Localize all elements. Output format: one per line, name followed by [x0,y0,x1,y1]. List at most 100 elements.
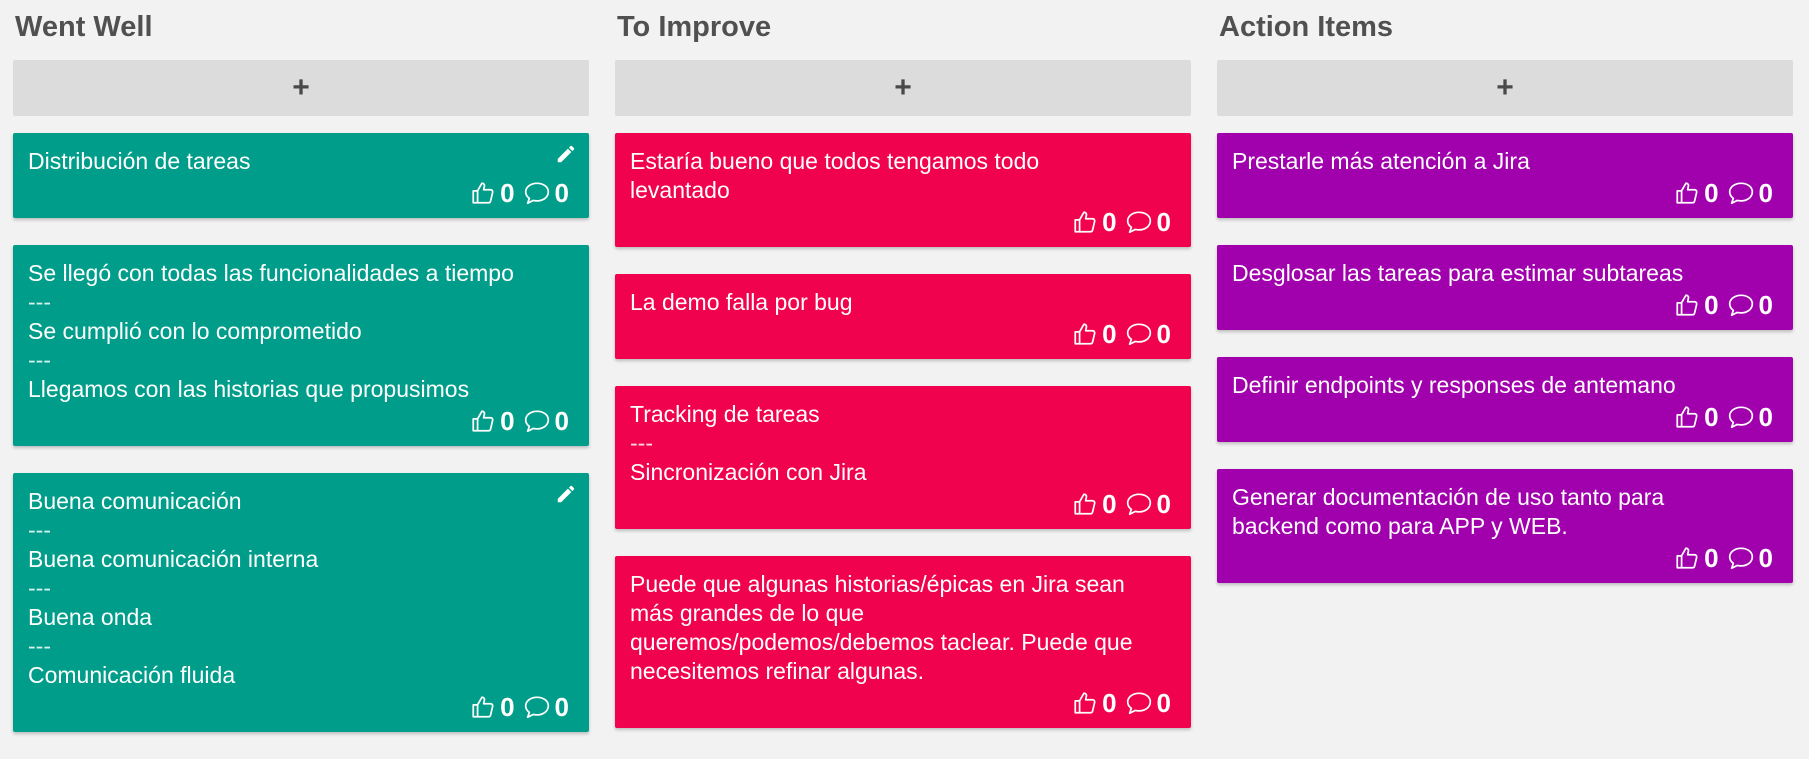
card-text: Generar documentación de uso tanto para … [1232,483,1779,541]
plus-icon: + [1496,71,1514,104]
like-count: 0 [500,177,515,208]
card-text-line: Tracking de tareas [630,401,820,427]
card-text-line: --- [28,347,51,373]
card-text-line: --- [630,430,653,456]
card-text-line: Desglosar las tareas para estimar subtar… [1232,260,1684,286]
card-footer: 00 [630,207,1177,237]
thumbs-up-icon [470,694,496,720]
card-text-line: Definir endpoints y responses de anteman… [1232,372,1676,398]
plus-icon: + [894,71,912,104]
pencil-icon[interactable] [555,143,577,165]
thumbs-up-icon [1072,209,1098,235]
card-text: La demo falla por bug [630,288,1177,317]
card-text: Estaría bueno que todos tengamos todo le… [630,147,1177,205]
comment-button[interactable]: 0 [523,692,575,723]
card-list: Prestarle más atención a Jira 0 0 Desglosar… [1217,133,1793,583]
like-count: 0 [1704,542,1719,573]
card-text: Definir endpoints y responses de anteman… [1232,371,1779,400]
card-text-line: Llegamos con las historias que propusimo… [28,376,470,402]
card-text-line: Prestarle más atención a Jira [1232,148,1530,174]
comment-button[interactable]: 0 [1727,178,1779,209]
comment-count: 0 [1758,401,1773,432]
comment-icon [1727,292,1755,318]
like-button[interactable]: 0 [1674,543,1724,574]
card-text-line: Generar documentación de uso tanto para … [1232,484,1671,539]
column-title: Action Items [1219,11,1394,43]
comment-button[interactable]: 0 [523,406,575,437]
retro-card[interactable]: La demo falla por bug 0 0 [615,274,1191,359]
comment-button[interactable]: 0 [1125,489,1177,520]
card-text-line: La demo falla por bug [630,289,853,315]
like-count: 0 [1704,401,1719,432]
card-footer: 00 [630,319,1177,349]
comment-count: 0 [1156,318,1171,349]
card-list: Estaría bueno que todos tengamos todo le… [615,133,1191,728]
thumbs-up-icon [1072,690,1098,716]
retro-card[interactable]: Tracking de tareas --- Sincronización con … [615,386,1191,529]
plus-icon: + [292,71,310,104]
retro-card[interactable]: Distribución de tareas 0 0 [13,133,589,218]
retro-card[interactable]: Desglosar las tareas para estimar subtar… [1217,245,1793,330]
card-text-line: Sincronización con Jira [630,459,867,485]
card-footer: 00 [28,406,575,436]
like-button[interactable]: 0 [1072,688,1122,719]
comment-count: 0 [1156,488,1171,519]
retro-board: Went Well + Distribución de tareas 0 0 Se l… [0,0,1809,748]
like-button[interactable]: 0 [1674,290,1724,321]
card-text-line: --- [28,517,51,543]
thumbs-up-icon [1674,292,1700,318]
card-text-line: Buena comunicación interna [28,546,319,572]
comment-button[interactable]: 0 [1727,290,1779,321]
card-text: Se llegó con todas las funcionalidades a… [28,259,575,404]
like-button[interactable]: 0 [1072,207,1122,238]
comment-icon [1125,209,1153,235]
column-action-items: Action Items + Prestarle más atención a … [1217,0,1793,610]
retro-card[interactable]: Generar documentación de uso tanto para … [1217,469,1793,583]
comment-button[interactable]: 0 [523,178,575,209]
comment-count: 0 [1156,687,1171,718]
retro-card[interactable]: Prestarle más atención a Jira 0 0 [1217,133,1793,218]
thumbs-up-icon [1072,491,1098,517]
pencil-icon[interactable] [555,483,577,505]
like-button[interactable]: 0 [1072,489,1122,520]
card-text-line: Puede que algunas historias/épicas en Ji… [630,571,1139,684]
add-card-button[interactable]: + [1217,60,1793,116]
thumbs-up-icon [1674,404,1700,430]
add-card-button[interactable]: + [615,60,1191,116]
column-went-well: Went Well + Distribución de tareas 0 0 Se l… [13,0,589,759]
comment-icon [1727,180,1755,206]
comment-count: 0 [1156,206,1171,237]
card-footer: 00 [1232,290,1779,320]
retro-card[interactable]: Definir endpoints y responses de anteman… [1217,357,1793,442]
like-button[interactable]: 0 [470,178,520,209]
retro-card[interactable]: Puede que algunas historias/épicas en Ji… [615,556,1191,728]
comment-button[interactable]: 0 [1125,207,1177,238]
like-count: 0 [1704,289,1719,320]
like-button[interactable]: 0 [1072,319,1122,350]
like-button[interactable]: 0 [470,406,520,437]
thumbs-up-icon [1674,180,1700,206]
retro-card[interactable]: Estaría bueno que todos tengamos todo le… [615,133,1191,247]
retro-card[interactable]: Se llegó con todas las funcionalidades a… [13,245,589,446]
like-button[interactable]: 0 [1674,402,1724,433]
comment-button[interactable]: 0 [1727,543,1779,574]
comment-icon [523,694,551,720]
comment-button[interactable]: 0 [1125,319,1177,350]
column-title: To Improve [617,11,772,43]
comment-icon [1125,321,1153,347]
like-button[interactable]: 0 [470,692,520,723]
comment-count: 0 [1758,177,1773,208]
card-text-line: Comunicación fluida [28,662,236,688]
comment-button[interactable]: 0 [1125,688,1177,719]
comment-button[interactable]: 0 [1727,402,1779,433]
add-card-button[interactable]: + [13,60,589,116]
card-text-line: --- [28,633,51,659]
thumbs-up-icon [1072,321,1098,347]
thumbs-up-icon [470,180,496,206]
card-text: Puede que algunas historias/épicas en Ji… [630,570,1177,686]
card-footer: 00 [630,688,1177,718]
card-text: Buena comunicación --- Buena comunicación … [28,487,575,690]
retro-card[interactable]: Buena comunicación --- Buena comunicación … [13,473,589,732]
comment-icon [1125,491,1153,517]
like-button[interactable]: 0 [1674,178,1724,209]
